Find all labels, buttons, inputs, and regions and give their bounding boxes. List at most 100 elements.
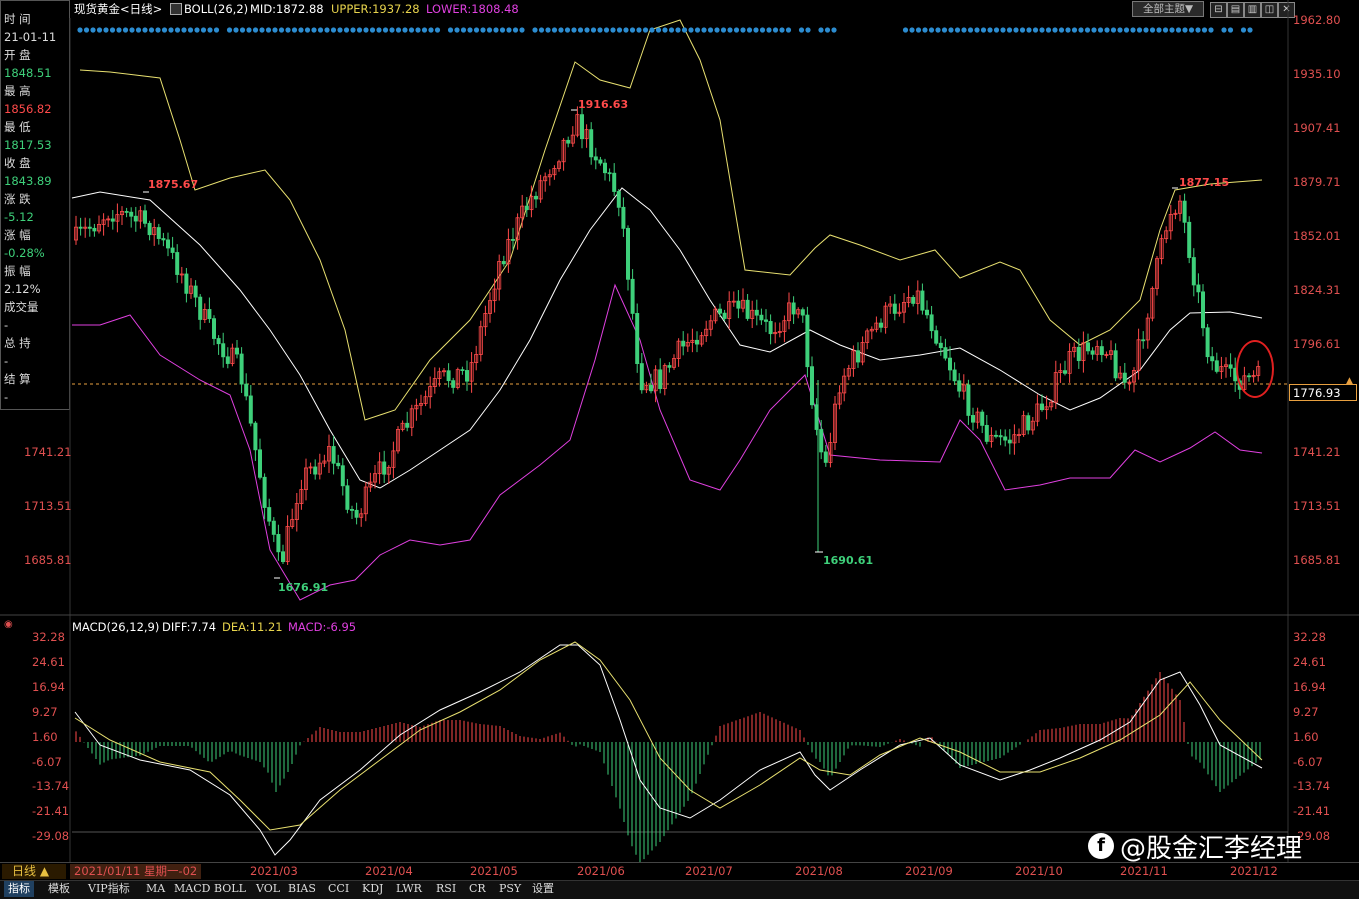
- candle-body: [1076, 346, 1081, 362]
- candle-body: [612, 172, 617, 192]
- tab-13[interactable]: PSY: [495, 881, 525, 897]
- signal-dot: [350, 27, 356, 33]
- signal-dot: [623, 27, 629, 33]
- candle-body: [943, 347, 948, 359]
- macd-tick: -6.07: [1293, 754, 1323, 769]
- signal-dot: [922, 27, 928, 33]
- signal-dot: [402, 27, 408, 33]
- signal-dot: [161, 27, 168, 33]
- candle-body: [78, 226, 83, 229]
- candle-body: [929, 314, 934, 332]
- signal-dot: [369, 27, 376, 33]
- signal-dot: [304, 27, 311, 33]
- signal-dot: [1052, 27, 1058, 33]
- highlight-circle: [1236, 340, 1274, 398]
- tab-0[interactable]: 指标: [4, 881, 34, 897]
- tab-1[interactable]: 模板: [44, 881, 74, 897]
- candle-body: [133, 215, 138, 222]
- tab-10[interactable]: LWR: [392, 881, 426, 897]
- signal-dot: [311, 27, 317, 33]
- signal-dot: [1208, 27, 1214, 33]
- candle-body: [262, 476, 267, 508]
- candle-body: [234, 347, 239, 355]
- candle-body: [165, 239, 170, 249]
- candle-body: [198, 296, 203, 320]
- macd-tick: 24.61: [1293, 654, 1326, 669]
- tab-7[interactable]: BIAS: [284, 881, 320, 897]
- signal-dot: [629, 27, 636, 33]
- macd-tick: 9.27: [1293, 704, 1319, 719]
- price-tick: 1907.41: [1293, 121, 1341, 135]
- candle-body: [534, 195, 539, 200]
- signal-dot: [961, 27, 967, 33]
- x-axis-label: 2021/05: [470, 864, 518, 878]
- candle-body: [603, 162, 608, 174]
- signal-dot: [584, 27, 590, 33]
- signal-dot: [603, 27, 610, 33]
- macd-left-tick: 24.61: [32, 654, 65, 669]
- signal-dot: [408, 27, 415, 33]
- signal-dot: [902, 27, 909, 33]
- signal-dot: [1026, 27, 1032, 33]
- tab-14[interactable]: 设置: [528, 881, 558, 897]
- signal-dot: [1182, 27, 1188, 33]
- signal-dot: [200, 27, 207, 33]
- tab-8[interactable]: CCI: [324, 881, 353, 897]
- signal-dot: [746, 27, 753, 33]
- signal-dot: [1247, 27, 1253, 33]
- candle-body: [276, 534, 281, 553]
- period-button[interactable]: 日线 ▲: [2, 864, 66, 879]
- macd-left-tick: -29.08: [32, 829, 70, 844]
- candle-body: [621, 206, 626, 229]
- signal-dot: [1227, 27, 1234, 33]
- signal-dot: [155, 27, 161, 33]
- x-axis-label: 2021/09: [905, 864, 953, 878]
- candle-body: [819, 429, 824, 453]
- tab-4[interactable]: MACD: [170, 881, 214, 897]
- signal-dot: [1117, 27, 1123, 33]
- candle-body: [994, 434, 999, 437]
- candle-body: [635, 313, 640, 364]
- candle-body: [768, 321, 773, 335]
- signal-dot: [766, 27, 772, 33]
- signal-dot: [1078, 27, 1084, 33]
- signal-dot: [688, 27, 694, 33]
- signal-dot: [649, 27, 655, 33]
- candle-body: [658, 369, 663, 389]
- signal-dot: [779, 27, 785, 33]
- candle-body: [244, 383, 249, 397]
- signal-dot: [1110, 27, 1117, 33]
- candle-body: [911, 297, 916, 304]
- candle-body: [239, 353, 244, 385]
- tab-11[interactable]: RSI: [432, 881, 460, 897]
- price-chart[interactable]: [0, 0, 1359, 898]
- signal-dot: [1006, 27, 1013, 33]
- macd-tick: -13.74: [1293, 779, 1331, 794]
- signal-dot: [447, 27, 454, 33]
- candle-body: [193, 285, 198, 298]
- left-price-tick: 1685.81: [24, 553, 72, 567]
- signal-dot: [1032, 27, 1039, 33]
- annotation-low-aug: 1690.61: [823, 554, 874, 567]
- macd-settings-icon[interactable]: ◉: [4, 619, 13, 630]
- signal-dot: [1104, 27, 1110, 33]
- signal-dot: [343, 27, 350, 33]
- signal-dot: [772, 27, 779, 33]
- candle-body: [1201, 291, 1206, 329]
- signal-dot: [356, 27, 363, 33]
- tab-2[interactable]: VIP指标: [84, 881, 134, 897]
- tab-12[interactable]: CR: [465, 881, 490, 897]
- tab-3[interactable]: MA: [142, 881, 169, 897]
- tab-5[interactable]: BOLL: [210, 881, 250, 897]
- candle-body: [211, 318, 216, 339]
- signal-dot: [733, 27, 740, 33]
- signal-dot: [317, 27, 324, 33]
- signal-dot: [122, 27, 129, 33]
- tab-6[interactable]: VOL: [252, 881, 284, 897]
- signal-dot: [103, 27, 109, 33]
- candle-body: [349, 509, 354, 511]
- macd-tick: 32.28: [1293, 630, 1326, 644]
- candle-body: [124, 211, 129, 213]
- signal-dot: [610, 27, 616, 33]
- tab-9[interactable]: KDJ: [358, 881, 387, 897]
